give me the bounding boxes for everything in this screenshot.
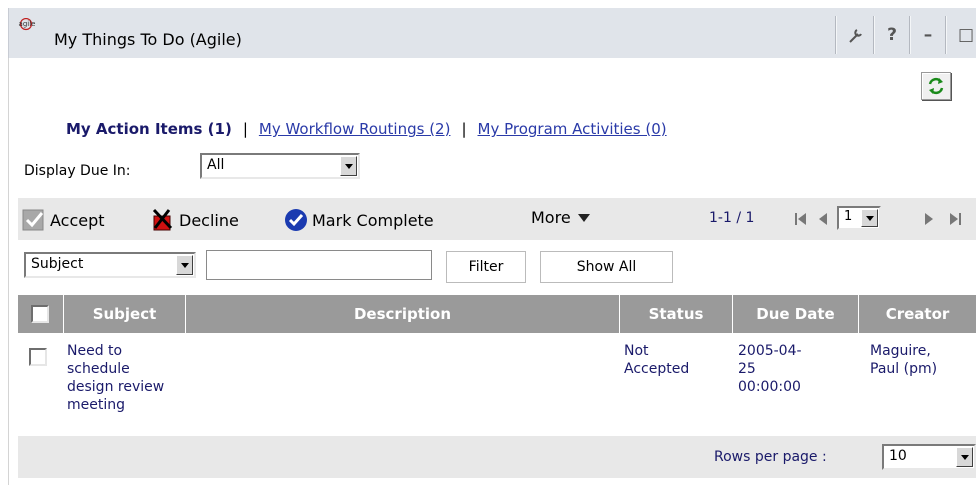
more-label: More	[531, 208, 571, 227]
mark-complete-button[interactable]: Mark Complete	[284, 208, 434, 232]
refresh-button[interactable]	[921, 72, 951, 100]
chevron-down-icon	[956, 447, 973, 467]
chevron-down-icon	[176, 255, 193, 275]
accept-label: Accept	[50, 210, 105, 230]
row-creator: Maguire, Paul (pm)	[870, 342, 974, 378]
row-subject-link[interactable]: Need to schedule design review meeting	[67, 342, 182, 414]
settings-wrench-icon[interactable]	[839, 16, 873, 54]
column-header-description[interactable]: Description	[186, 295, 620, 333]
mark-complete-label: Mark Complete	[312, 210, 434, 230]
maximize-icon: □	[957, 25, 975, 45]
subject-line: meeting	[67, 397, 126, 413]
due-date-line: 00:00:00	[738, 379, 801, 395]
filter-text-input[interactable]	[206, 250, 432, 280]
decline-button[interactable]: Decline	[151, 208, 239, 232]
due-date-line: 2005-04-	[738, 343, 802, 359]
display-due-label: Display Due In:	[24, 163, 131, 179]
rows-per-page-select[interactable]: 10	[882, 444, 976, 470]
filter-field-select[interactable]: Subject	[24, 252, 196, 278]
next-page-icon[interactable]	[924, 212, 934, 226]
decline-x-icon	[152, 208, 173, 231]
filter-button[interactable]: Filter	[446, 251, 526, 283]
previous-page-icon[interactable]	[818, 212, 828, 226]
help-icon: ?	[887, 25, 897, 45]
accept-button[interactable]: Accept	[22, 208, 105, 232]
wrench-icon	[849, 29, 862, 43]
tab-separator: |	[461, 120, 467, 138]
more-menu[interactable]: More	[531, 208, 591, 227]
rows-per-page-value: 10	[889, 448, 907, 464]
subject-line: Need to	[67, 343, 123, 359]
page-select-value: 1	[844, 209, 853, 224]
show-all-button[interactable]: Show All	[540, 251, 673, 283]
row-checkbox[interactable]	[29, 348, 47, 366]
rows-per-page-label: Rows per page :	[714, 449, 827, 465]
action-toolbar: Accept Decline Mark Complete More 1-1 / …	[18, 198, 976, 240]
display-due-value: All	[207, 157, 225, 173]
creator-line: Paul (pm)	[870, 361, 938, 377]
chevron-down-icon	[861, 209, 878, 227]
first-page-icon[interactable]	[795, 212, 807, 226]
tab-separator: |	[242, 120, 248, 138]
agile-logo-icon: agile	[19, 18, 36, 31]
decline-label: Decline	[179, 210, 239, 230]
portlet-left-border	[8, 58, 9, 485]
pager-text: 1-1 / 1	[709, 210, 755, 226]
filter-field-value: Subject	[31, 256, 84, 272]
tab-my-program-activities[interactable]: My Program Activities (0)	[478, 120, 667, 138]
column-header-due-date[interactable]: Due Date	[733, 295, 859, 333]
select-all-checkbox[interactable]	[31, 305, 49, 323]
last-page-icon[interactable]	[949, 212, 961, 226]
minimize-button[interactable]: –	[911, 16, 945, 54]
portlet-title: My Things To Do (Agile)	[54, 30, 242, 49]
tab-my-action-items[interactable]: My Action Items (1)	[66, 120, 232, 138]
check-circle-icon	[285, 209, 307, 231]
display-due-select[interactable]: All	[200, 153, 360, 179]
help-button[interactable]: ?	[875, 16, 909, 54]
tab-my-workflow-routings[interactable]: My Workflow Routings (2)	[259, 120, 451, 138]
row-due-date: 2005-04- 25 00:00:00	[738, 342, 858, 396]
header-separator	[835, 16, 837, 54]
refresh-icon	[928, 77, 944, 95]
header-separator	[945, 16, 947, 54]
minimize-icon: –	[923, 25, 933, 45]
due-date-line: 25	[738, 361, 756, 377]
portlet-header: agile My Things To Do (Agile) ? – □	[8, 8, 976, 58]
table-header: Subject Description Status Due Date Crea…	[18, 295, 976, 333]
view-tabs: My Action Items (1) | My Workflow Routings…	[66, 120, 667, 138]
status-line: Accepted	[624, 361, 690, 377]
check-square-icon	[22, 209, 44, 231]
status-line: Not	[624, 343, 649, 359]
select-all-cell	[18, 295, 64, 333]
maximize-button[interactable]: □	[949, 16, 976, 54]
page-select[interactable]: 1	[837, 206, 881, 230]
chevron-down-icon	[340, 156, 357, 176]
creator-line: Maguire,	[870, 343, 931, 359]
subject-line: design review	[67, 379, 165, 395]
svg-text:agile: agile	[19, 20, 36, 28]
caret-down-icon	[577, 213, 590, 222]
column-header-status[interactable]: Status	[620, 295, 733, 333]
column-header-subject[interactable]: Subject	[64, 295, 186, 333]
table-footer: Rows per page : 10	[18, 436, 976, 478]
subject-line: schedule	[67, 361, 130, 377]
row-status: Not Accepted	[624, 342, 732, 378]
table-row: Need to schedule design review meeting N…	[18, 338, 976, 436]
column-header-creator[interactable]: Creator	[859, 295, 976, 333]
